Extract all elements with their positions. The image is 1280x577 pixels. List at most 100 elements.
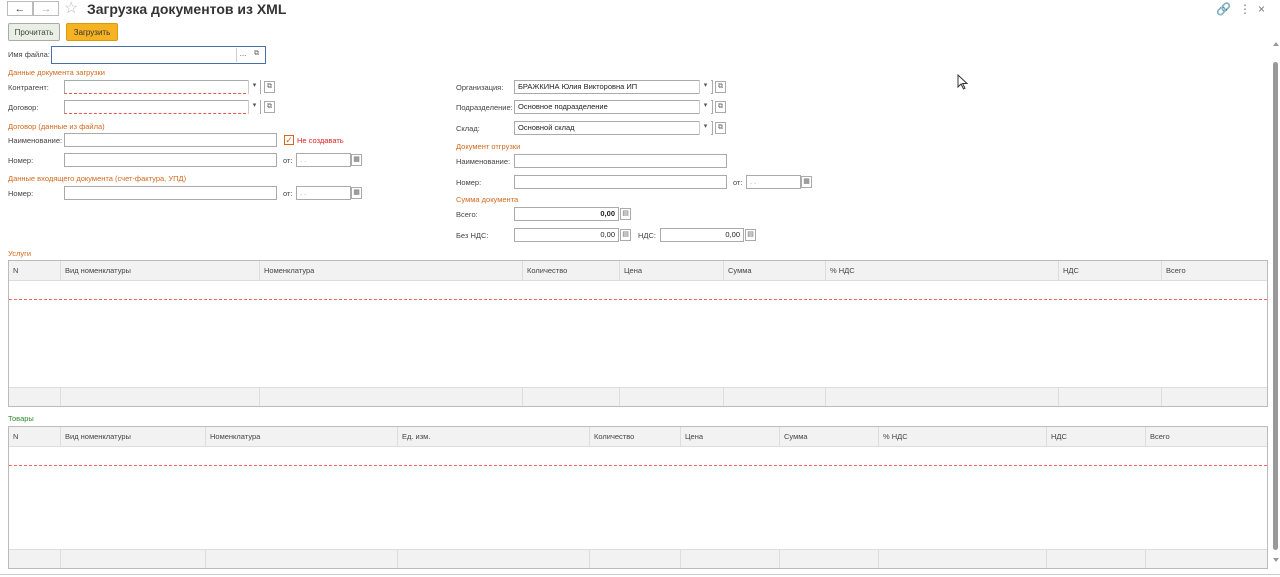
shipment-name-input[interactable]	[514, 154, 727, 168]
contract-open-icon[interactable]: ⧉	[264, 101, 275, 113]
doc-sum-section-title: Сумма документа	[456, 195, 519, 204]
organization-input[interactable]: БРАЖКИНА Юлия Викторовна ИП	[514, 80, 713, 94]
contract-date-input[interactable]: . .	[296, 153, 351, 167]
goods-table[interactable]: N Вид номенклатуры Номенклатура Ед. изм.…	[8, 426, 1268, 569]
incoming-number-label: Номер:	[8, 189, 34, 198]
contract-label: Договор:	[8, 103, 39, 112]
contract-number-label: Номер:	[8, 156, 34, 165]
shipment-number-input[interactable]	[514, 175, 727, 189]
services-col-price[interactable]: Цена	[619, 261, 723, 280]
counterparty-input[interactable]	[64, 80, 261, 94]
services-col-total[interactable]: Всего	[1161, 261, 1267, 280]
goods-col-total[interactable]: Всего	[1145, 427, 1267, 446]
warehouse-dropdown-icon[interactable]: ▾	[699, 121, 711, 135]
favorite-star-icon[interactable]: ☆	[64, 0, 78, 18]
organization-dropdown-icon[interactable]: ▾	[699, 80, 711, 94]
contract-file-section-title: Договор (данные из файла)	[8, 122, 105, 131]
shipment-calendar-icon[interactable]: ▦	[801, 176, 812, 188]
services-col-vat[interactable]: НДС	[1058, 261, 1161, 280]
shipment-number-label: Номер:	[456, 178, 482, 187]
contract-dropdown-icon[interactable]: ▾	[248, 100, 260, 114]
load-button[interactable]: Загрузить	[66, 23, 118, 41]
check-icon: ✓	[285, 135, 293, 145]
services-col-quantity[interactable]: Количество	[522, 261, 619, 280]
total-label: Всего:	[456, 210, 478, 219]
vat-label: НДС:	[638, 231, 656, 240]
read-button[interactable]: Прочитать	[8, 23, 60, 41]
dont-create-checkbox[interactable]: ✓	[284, 135, 294, 145]
goods-table-header: N Вид номенклатуры Номенклатура Ед. изм.…	[9, 427, 1267, 447]
services-section-title: Услуги	[8, 249, 32, 258]
goods-new-row-divider	[9, 465, 1267, 466]
file-name-label: Имя файла:	[8, 50, 50, 59]
without-vat-input[interactable]: 0,00	[514, 228, 619, 242]
incoming-doc-section-title: Данные входящего документа (счет-фактура…	[8, 174, 187, 183]
counterparty-open-icon[interactable]: ⧉	[264, 81, 275, 93]
goods-col-vat-rate[interactable]: % НДС	[878, 427, 1046, 446]
mouse-cursor-icon	[957, 74, 969, 90]
incoming-number-input[interactable]	[64, 186, 277, 200]
contract-name-label: Наименование:	[8, 136, 63, 145]
goods-table-footer	[9, 549, 1267, 568]
counterparty-dropdown-icon[interactable]: ▾	[248, 80, 260, 94]
warehouse-input[interactable]: Основной склад	[514, 121, 713, 135]
goods-col-n[interactable]: N	[9, 427, 60, 446]
goods-section-title: Товары	[8, 414, 34, 423]
scroll-up-icon[interactable]	[1273, 42, 1279, 46]
arrow-left-icon: ←	[14, 3, 26, 15]
counterparty-label: Контрагент:	[8, 83, 49, 92]
contract-input[interactable]	[64, 100, 261, 114]
services-col-item[interactable]: Номенклатура	[259, 261, 522, 280]
total-calculator-icon[interactable]: ▤	[620, 208, 631, 220]
more-menu-icon[interactable]: ⋮	[1239, 2, 1251, 16]
contract-name-input[interactable]	[64, 133, 277, 147]
without-vat-label: Без НДС:	[456, 231, 489, 240]
goods-col-price[interactable]: Цена	[680, 427, 779, 446]
warehouse-open-icon[interactable]: ⧉	[715, 122, 726, 134]
vertical-scrollbar[interactable]	[1271, 40, 1280, 567]
services-col-kind[interactable]: Вид номенклатуры	[60, 261, 259, 280]
total-input[interactable]: 0,00	[514, 207, 619, 221]
arrow-right-icon: →	[40, 3, 52, 15]
bottom-divider	[0, 574, 1280, 575]
close-icon[interactable]: ×	[1258, 2, 1265, 16]
goods-col-sum[interactable]: Сумма	[779, 427, 878, 446]
goods-col-quantity[interactable]: Количество	[589, 427, 680, 446]
scrollbar-thumb[interactable]	[1273, 62, 1278, 550]
goods-col-kind[interactable]: Вид номенклатуры	[60, 427, 205, 446]
contract-calendar-icon[interactable]: ▦	[351, 154, 362, 166]
division-dropdown-icon[interactable]: ▾	[699, 100, 711, 114]
shipment-doc-section-title: Документ отгрузки	[456, 142, 521, 151]
contract-number-input[interactable]	[64, 153, 277, 167]
dont-create-label: Не создавать	[297, 136, 344, 145]
load-doc-section-title: Данные документа загрузки	[8, 68, 105, 77]
goods-col-item[interactable]: Номенклатура	[205, 427, 397, 446]
incoming-calendar-icon[interactable]: ▦	[351, 187, 362, 199]
without-vat-calculator-icon[interactable]: ▤	[620, 229, 631, 241]
file-name-input[interactable]	[51, 46, 266, 64]
back-button[interactable]: ←	[7, 1, 33, 16]
organization-label: Организация:	[456, 83, 504, 92]
vat-input[interactable]: 0,00	[660, 228, 744, 242]
choose-file-button[interactable]: ...	[236, 48, 249, 62]
goods-col-unit[interactable]: Ед. изм.	[397, 427, 589, 446]
services-col-vat-rate[interactable]: % НДС	[825, 261, 1058, 280]
forward-button[interactable]: →	[33, 1, 59, 16]
division-open-icon[interactable]: ⧉	[715, 101, 726, 113]
shipment-name-label: Наименование:	[456, 157, 511, 166]
organization-open-icon[interactable]: ⧉	[715, 81, 726, 93]
link-icon[interactable]: 🔗	[1216, 2, 1231, 16]
warehouse-label: Склад:	[456, 124, 480, 133]
services-table-header: N Вид номенклатуры Номенклатура Количест…	[9, 261, 1267, 281]
open-file-icon[interactable]: ⧉	[251, 49, 262, 61]
division-input[interactable]: Основное подразделение	[514, 100, 713, 114]
incoming-date-label: от:	[283, 189, 293, 198]
services-col-n[interactable]: N	[9, 261, 60, 280]
goods-col-vat[interactable]: НДС	[1046, 427, 1145, 446]
incoming-date-input[interactable]: . .	[296, 186, 351, 200]
vat-calculator-icon[interactable]: ▤	[745, 229, 756, 241]
shipment-date-input[interactable]: . .	[746, 175, 801, 189]
services-table[interactable]: N Вид номенклатуры Номенклатура Количест…	[8, 260, 1268, 407]
scroll-down-icon[interactable]	[1273, 558, 1279, 562]
services-col-sum[interactable]: Сумма	[723, 261, 826, 280]
